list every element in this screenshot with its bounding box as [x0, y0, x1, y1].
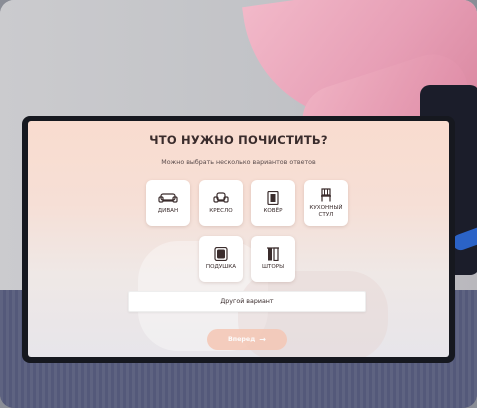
option-pillow[interactable]: ПОДУШКА — [199, 236, 243, 282]
armchair-icon — [213, 192, 229, 203]
pillow-icon — [214, 247, 228, 261]
option-label: ПОДУШКА — [205, 264, 237, 270]
carpet-icon — [267, 191, 279, 205]
kitchen-chair-icon — [321, 187, 331, 201]
quiz-title: ЧТО НУЖНО ПОЧИСТИТЬ? — [149, 133, 328, 147]
curtains-icon — [267, 247, 279, 261]
option-label: КРЕСЛО — [209, 208, 233, 214]
option-label: ШТОРЫ — [261, 264, 285, 270]
option-label: КОВЁР — [263, 208, 283, 214]
option-curtains[interactable]: ШТОРЫ — [251, 236, 295, 282]
option-label: КУХОННЫЙ СТУЛ — [309, 204, 343, 218]
next-button[interactable]: Вперед → — [207, 329, 287, 350]
option-carpet[interactable]: КОВЁР — [251, 180, 295, 226]
other-option-button[interactable]: Другой вариант — [128, 291, 366, 312]
arrow-right-icon: → — [259, 335, 266, 344]
option-sofa[interactable]: ДИВАН — [146, 180, 190, 226]
option-label: ДИВАН — [157, 208, 179, 214]
sofa-icon — [158, 193, 178, 203]
quiz-screen: ЧТО НУЖНО ПОЧИСТИТЬ? Можно выбрать неско… — [28, 121, 449, 357]
option-armchair[interactable]: КРЕСЛО — [199, 180, 243, 226]
next-button-label: Вперед — [228, 336, 256, 343]
quiz-subtitle: Можно выбрать несколько вариантов ответо… — [161, 159, 316, 166]
option-kitchen-chair[interactable]: КУХОННЫЙ СТУЛ — [304, 180, 348, 226]
